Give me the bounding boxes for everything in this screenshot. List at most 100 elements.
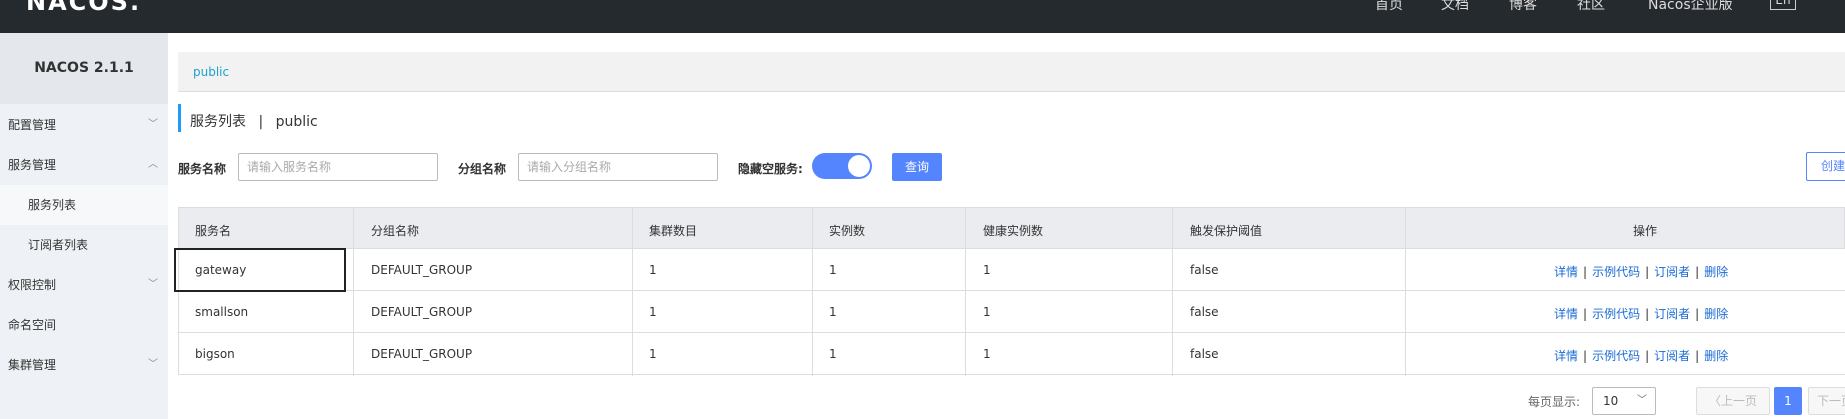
chevron-down-icon: ﹀ (148, 119, 158, 130)
cell-threshold: false (1190, 263, 1219, 277)
version-label: NACOS 2.1.1 (0, 33, 168, 104)
chevron-down-icon: ﹀ (148, 279, 158, 290)
detail-link[interactable]: 详情 (1554, 349, 1578, 363)
row-actions: 详情 | 示例代码 | 订阅者 | 删除 (1554, 307, 1729, 321)
nav-docs[interactable]: 文档 (1441, 0, 1469, 14)
sample-code-link[interactable]: 示例代码 (1592, 349, 1640, 363)
sidebar-item-subscriber-list[interactable]: 订阅者列表 (0, 225, 168, 265)
col-cluster-count: 集群数目 (649, 224, 698, 238)
sidebar-item-label: 集群管理 (8, 358, 57, 372)
cell-clusters: 1 (649, 347, 657, 361)
subscriber-link[interactable]: 订阅者 (1654, 349, 1690, 363)
chevron-down-icon: ﹀ (1637, 395, 1647, 406)
group-name-label: 分组名称 (458, 162, 507, 176)
row-actions: 详情 | 示例代码 | 订阅者 | 删除 (1554, 349, 1729, 363)
col-healthy-count: 健康实例数 (983, 224, 1044, 238)
create-service-button[interactable]: 创建 (1806, 152, 1845, 181)
column-divider (1405, 207, 1406, 376)
col-service-name: 服务名 (195, 224, 232, 238)
nav-blog[interactable]: 博客 (1509, 0, 1537, 14)
cell-clusters: 1 (649, 263, 657, 277)
cell-service-name: smallson (195, 305, 249, 319)
nav-enterprise[interactable]: Nacos企业版 (1648, 0, 1733, 14)
chevron-down-icon: ﹀ (148, 359, 158, 370)
chevron-left-icon: 〈 (1708, 394, 1721, 408)
cell-instances: 1 (829, 305, 837, 319)
sample-code-link[interactable]: 示例代码 (1592, 265, 1640, 279)
hide-empty-label: 隐藏空服务: (738, 162, 803, 176)
col-instance-count: 实例数 (829, 224, 866, 238)
sidebar: NACOS 2.1.1 配置管理 ﹀ 服务管理 ︿ 服务列表 订阅者列表 权限控… (0, 33, 168, 419)
sidebar-item-service[interactable]: 服务管理 ︿ (0, 145, 168, 185)
delete-link[interactable]: 删除 (1704, 265, 1728, 279)
cell-group: DEFAULT_GROUP (371, 347, 473, 361)
col-operations: 操作 (1633, 224, 1658, 238)
prev-page-label: 上一页 (1721, 394, 1758, 408)
table-row: bigson DEFAULT_GROUP 1 1 1 false 详情 | 示例代码… (178, 333, 1845, 375)
column-divider (812, 207, 813, 376)
column-divider (965, 207, 966, 376)
service-name-label: 服务名称 (178, 162, 227, 176)
cell-healthy: 1 (983, 305, 991, 319)
detail-link[interactable]: 详情 (1554, 265, 1578, 279)
breadcrumb-namespace[interactable]: public (193, 65, 229, 79)
detail-link[interactable]: 详情 (1554, 307, 1578, 321)
row-actions: 详情 | 示例代码 | 订阅者 | 删除 (1554, 265, 1729, 279)
page-title-text: 服务列表 (190, 114, 246, 130)
sidebar-item-label: 服务管理 (8, 158, 57, 172)
cell-selection-highlight (174, 248, 346, 292)
next-page-button[interactable]: 下一页 (1808, 387, 1845, 415)
nav-community[interactable]: 社区 (1577, 0, 1605, 14)
subscriber-link[interactable]: 订阅者 (1654, 265, 1690, 279)
column-divider (1172, 207, 1173, 376)
sidebar-item-config[interactable]: 配置管理 ﹀ (0, 105, 168, 145)
sidebar-item-label: 订阅者列表 (28, 238, 89, 252)
language-switch[interactable]: En (1770, 0, 1796, 10)
sidebar-item-auth[interactable]: 权限控制 ﹀ (0, 265, 168, 305)
nav-home[interactable]: 首页 (1375, 0, 1403, 14)
page-title: 服务列表 | public (190, 111, 318, 131)
page-title-namespace: public (275, 114, 318, 130)
cell-healthy: 1 (983, 347, 991, 361)
page-size-label: 每页显示: (1528, 395, 1581, 409)
toggle-knob (848, 155, 870, 177)
sidebar-item-service-list[interactable]: 服务列表 (0, 185, 168, 225)
page-size-select[interactable]: 10 ﹀ (1592, 387, 1656, 415)
sidebar-item-label: 配置管理 (8, 118, 57, 132)
cell-group: DEFAULT_GROUP (371, 263, 473, 277)
prev-page-button[interactable]: 〈上一页 (1696, 387, 1770, 415)
subscriber-link[interactable]: 订阅者 (1654, 307, 1690, 321)
table-header: 服务名 分组名称 集群数目 实例数 健康实例数 触发保护阈值 操作 (178, 207, 1845, 249)
sidebar-item-label: 服务列表 (28, 198, 77, 212)
cell-instances: 1 (829, 263, 837, 277)
top-bar: NACOS. 首页 文档 博客 社区 Nacos企业版 En (0, 0, 1845, 33)
sample-code-link[interactable]: 示例代码 (1592, 307, 1640, 321)
sidebar-item-cluster[interactable]: 集群管理 ﹀ (0, 345, 168, 385)
delete-link[interactable]: 删除 (1704, 307, 1728, 321)
cell-threshold: false (1190, 347, 1219, 361)
group-name-input[interactable] (518, 153, 718, 181)
cell-healthy: 1 (983, 263, 991, 277)
sidebar-item-namespace[interactable]: 命名空间 (0, 305, 168, 345)
col-group-name: 分组名称 (371, 224, 420, 238)
delete-link[interactable]: 删除 (1704, 349, 1728, 363)
column-divider (353, 207, 354, 376)
col-protect-threshold: 触发保护阈值 (1190, 224, 1263, 238)
nacos-logo[interactable]: NACOS. (26, 0, 141, 16)
sidebar-item-label: 权限控制 (8, 278, 57, 292)
table-row: gateway DEFAULT_GROUP 1 1 1 false 详情 | 示例代… (178, 249, 1845, 291)
cell-service-name: bigson (195, 347, 235, 361)
title-separator: | (258, 114, 264, 130)
chevron-up-icon: ︿ (148, 159, 158, 170)
cell-clusters: 1 (649, 305, 657, 319)
cell-instances: 1 (829, 347, 837, 361)
service-name-input[interactable] (238, 153, 438, 181)
query-button[interactable]: 查询 (892, 153, 942, 181)
current-page-button[interactable]: 1 (1774, 387, 1802, 415)
title-accent (178, 104, 181, 132)
hide-empty-toggle[interactable] (812, 153, 872, 179)
sidebar-item-label: 命名空间 (8, 318, 57, 332)
table-row: smallson DEFAULT_GROUP 1 1 1 false 详情 | 示例… (178, 291, 1845, 333)
page-size-value: 10 (1603, 394, 1619, 408)
breadcrumb: public (178, 52, 1845, 92)
